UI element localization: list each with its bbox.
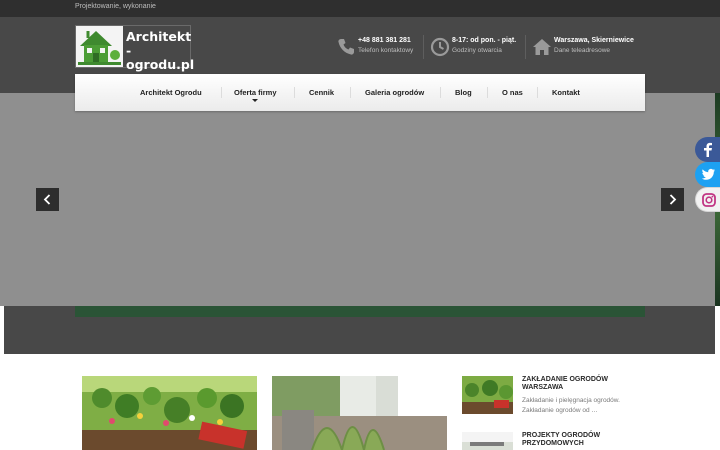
slider-prev-button[interactable] [36,188,59,211]
divider [525,35,526,59]
slider-green-strip [75,306,645,317]
home-icon [533,39,551,55]
phone-number[interactable]: +48 881 381 281 [358,37,411,44]
nav-item-galeria[interactable]: Galeria ogrodów [365,88,424,97]
clock-icon [430,37,450,57]
hero-slider [0,93,715,306]
nav-item-kontakt[interactable]: Kontakt [552,88,580,97]
post-thumbnail-1[interactable] [462,376,513,414]
address-caption: Dane teleadresowe [554,47,611,54]
nav-divider [537,87,538,98]
facebook-icon [704,142,712,157]
instagram-button[interactable] [695,187,720,212]
nav-divider [487,87,488,98]
instagram-icon [702,193,716,207]
phone-caption: Telefon kontaktowy [358,47,414,54]
address: Warszawa, Skierniewice [554,37,634,44]
site-logo[interactable]: Architekt -ogrodu.pl [75,25,194,72]
post-excerpt-1: Zakładanie i pielęgnacja ogrodów. Zakład… [522,397,620,414]
slider-next-button[interactable] [661,188,684,211]
page: Projektowanie, wykonanie Architekt -ogro… [0,0,720,450]
post-title-1[interactable]: ZAKŁADANIE OGRODÓW WARSZAWA [522,376,632,392]
contact-address: Warszawa, Skierniewice Dane teleadresowe [532,35,638,61]
house-logo-icon [76,26,123,67]
facebook-button[interactable] [695,137,720,162]
chevron-right-icon [669,194,677,205]
hours-caption: Godziny otwarcia [452,47,502,54]
contact-hours: 8-17: od pon. - piąt. Godziny otwarcia [430,35,526,61]
contact-phone: +48 881 381 281 Telefon kontaktowy [336,35,424,61]
nav-label: Oferta firmy [234,88,277,97]
chevron-down-icon [252,99,259,102]
nav-divider [221,87,222,98]
nav-divider [294,87,295,98]
nav-divider [350,87,351,98]
top-bar: Projektowanie, wykonanie [0,0,720,17]
logo-line-2: -ogrodu.pl [126,43,195,72]
divider [423,35,424,59]
logo-line-1: Architekt [126,29,192,44]
logo-text: Architekt -ogrodu.pl [126,29,195,72]
phone-icon [338,39,354,55]
twitter-icon [701,168,715,180]
tagline: Projektowanie, wykonanie [75,3,156,10]
twitter-button[interactable] [695,162,720,187]
nav-item-cennik[interactable]: Cennik [309,88,334,97]
garden-photo-1[interactable] [82,376,257,450]
garden-photo-2[interactable] [272,376,447,450]
main-nav: Architekt Ogrodu Oferta firmy Cennik Gal… [75,74,645,111]
opening-hours: 8-17: od pon. - piąt. [452,37,517,44]
nav-item-o-nas[interactable]: O nas [502,88,523,97]
nav-divider [440,87,441,98]
post-title-2[interactable]: PROJEKTY OGRODÓW PRZYDOMOWYCH [522,432,632,448]
nav-item-blog[interactable]: Blog [455,88,472,97]
post-thumbnail-2[interactable] [462,432,513,450]
nav-item-architekt-ogrodu[interactable]: Architekt Ogrodu [140,88,202,97]
chevron-left-icon [43,194,51,205]
nav-item-oferta-firmy[interactable]: Oferta firmy [234,88,277,102]
